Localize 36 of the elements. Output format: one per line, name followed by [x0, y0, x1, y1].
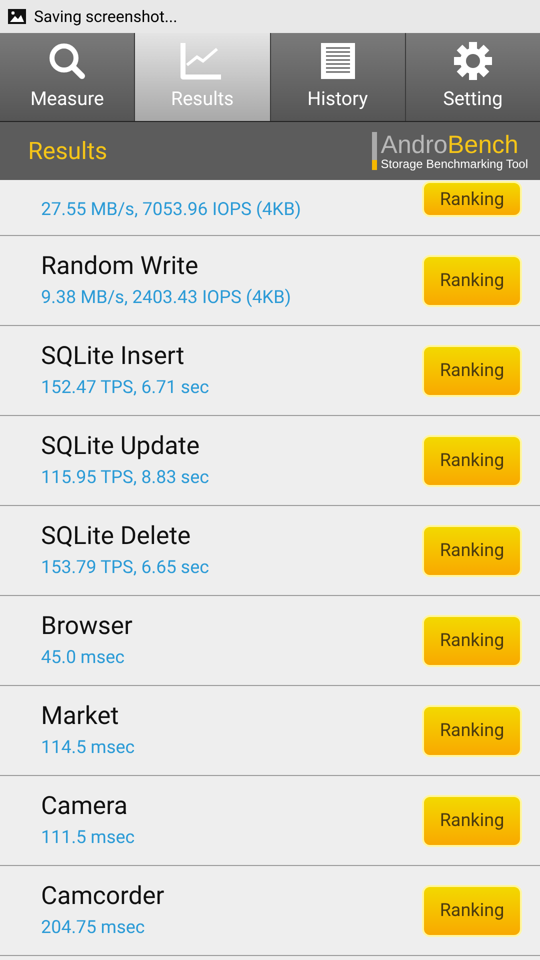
logo-text: AndroBench: [380, 132, 520, 158]
test-name: Camcorder: [41, 881, 164, 913]
ranking-button[interactable]: Ranking: [422, 704, 522, 756]
ranking-button[interactable]: Ranking: [422, 524, 522, 576]
ranking-button[interactable]: Ranking: [422, 434, 522, 486]
test-result: 204.75 msec: [41, 916, 146, 940]
tab[interactable]: Measure: [0, 33, 134, 121]
test-result: 115.95 TPS, 8.83 sec: [41, 466, 210, 490]
ranking-button[interactable]: Ranking: [422, 614, 522, 666]
test-result: 153.79 TPS, 6.65 sec: [41, 556, 210, 580]
test-name: Camera: [41, 791, 129, 823]
test-result: 27.55 MB/s, 7053.96 IOPS (4KB): [41, 198, 302, 222]
test-result: 152.47 TPS, 6.71 sec: [41, 376, 210, 400]
test-result: 114.5 msec: [41, 736, 135, 760]
test-name: Random Write: [41, 251, 200, 283]
logo-subtitle: Storage Benchmarking Tool: [380, 158, 528, 170]
test-result: 45.0 msec: [41, 646, 126, 670]
test-name: Browser: [41, 611, 132, 643]
test-result: 111.5 msec: [41, 826, 135, 850]
image-icon: [8, 9, 26, 24]
tab[interactable]: Setting: [406, 33, 540, 121]
ranking-button[interactable]: Ranking: [422, 254, 522, 306]
logo-bar-icon: [372, 132, 377, 170]
header-title: Results: [28, 136, 108, 167]
ranking-button[interactable]: Ranking: [422, 344, 522, 396]
test-name: SQLite Delete: [41, 521, 192, 553]
settings-icon: [452, 40, 494, 81]
ranking-button[interactable]: Ranking: [422, 181, 522, 217]
test-name: Market: [41, 701, 120, 733]
ranking-button[interactable]: Ranking: [422, 884, 522, 936]
test-result: 9.38 MB/s, 2403.43 IOPS (4KB): [41, 286, 291, 310]
status-text: Saving screenshot...: [34, 6, 178, 28]
test-name: SQLite Update: [41, 431, 201, 463]
test-name: SQLite Insert: [41, 341, 186, 373]
tab[interactable]: History: [270, 33, 405, 121]
ranking-button[interactable]: Ranking: [422, 794, 522, 846]
